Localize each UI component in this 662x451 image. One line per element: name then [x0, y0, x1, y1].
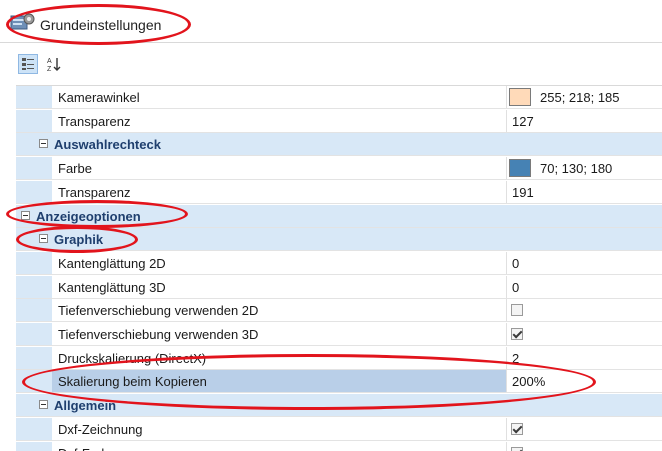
category-label: Graphik: [54, 232, 104, 247]
collapse-icon[interactable]: [39, 400, 48, 409]
svg-text:Z: Z: [47, 66, 52, 73]
row-gutter: [16, 323, 34, 345]
row-gutter: [16, 252, 34, 274]
row-gutter: [16, 418, 34, 440]
row-gutter: [16, 110, 34, 132]
alphabetical-sort-button[interactable]: A Z: [44, 54, 64, 74]
property-value[interactable]: 0: [512, 256, 519, 271]
category-label: Allgemein: [54, 398, 117, 413]
property-row[interactable]: Tiefenverschiebung verwenden 3D: [16, 323, 662, 346]
color-swatch[interactable]: [509, 88, 531, 106]
property-value[interactable]: 200%: [512, 374, 545, 389]
property-grid: Kamerawinkel 255; 218; 185 Transparenz 127 A…: [16, 85, 662, 451]
window-title: Grundeinstellungen: [40, 17, 162, 33]
row-gutter: [34, 157, 52, 179]
row-gutter: [34, 418, 52, 440]
row-gutter: [16, 347, 34, 369]
column-divider[interactable]: [506, 252, 507, 274]
column-divider[interactable]: [506, 276, 507, 298]
settings-gear-icon: [10, 13, 35, 30]
property-name: Skalierung beim Kopieren: [58, 374, 207, 389]
property-name: Transparenz: [58, 185, 131, 200]
category-row[interactable]: Anzeigeoptionen: [16, 205, 662, 228]
categorized-view-button[interactable]: [18, 54, 38, 74]
property-name: Farbe: [58, 161, 92, 176]
column-divider[interactable]: [506, 110, 507, 132]
row-gutter: [16, 228, 34, 250]
property-checkbox[interactable]: [511, 423, 523, 435]
property-row[interactable]: Kamerawinkel 255; 218; 185: [16, 86, 662, 109]
row-gutter: [16, 86, 34, 108]
sort-az-icon: A Z: [47, 58, 61, 73]
property-value[interactable]: 191: [512, 185, 534, 200]
row-gutter: [16, 157, 34, 179]
property-name: Dxf-Farbe: [58, 446, 116, 451]
property-row[interactable]: Tiefenverschiebung verwenden 2D: [16, 299, 662, 322]
property-name: Kantenglättung 3D: [58, 280, 166, 295]
row-gutter: [16, 276, 34, 298]
property-value[interactable]: 255; 218; 185: [540, 90, 620, 105]
row-gutter: [34, 323, 52, 345]
row-gutter: [16, 133, 34, 155]
column-divider[interactable]: [506, 347, 507, 369]
property-name: Tiefenverschiebung verwenden 2D: [58, 303, 259, 318]
property-value[interactable]: 127: [512, 114, 534, 129]
svg-text:A: A: [47, 58, 52, 65]
column-divider[interactable]: [506, 86, 507, 108]
title-bar: Grundeinstellungen: [0, 0, 662, 43]
property-row[interactable]: Farbe 70; 130; 180: [16, 157, 662, 180]
column-divider[interactable]: [506, 181, 507, 203]
category-row[interactable]: Auswahlrechteck: [16, 133, 662, 156]
property-checkbox[interactable]: [511, 328, 523, 340]
property-name: Kantenglättung 2D: [58, 256, 166, 271]
collapse-icon[interactable]: [39, 234, 48, 243]
property-name: Kamerawinkel: [58, 90, 140, 105]
property-row[interactable]: Kantenglättung 2D 0: [16, 252, 662, 275]
row-gutter: [16, 370, 34, 392]
property-name: Transparenz: [58, 114, 131, 129]
property-value[interactable]: 2: [512, 351, 519, 366]
row-gutter: [16, 181, 34, 203]
property-checkbox[interactable]: [511, 304, 523, 316]
category-row[interactable]: Allgemein: [16, 394, 662, 417]
row-gutter: [34, 347, 52, 369]
property-name: Druckskalierung (DirectX): [58, 351, 207, 366]
collapse-icon[interactable]: [39, 139, 48, 148]
property-row[interactable]: Dxf-Zeichnung: [16, 418, 662, 441]
property-value[interactable]: 70; 130; 180: [540, 161, 612, 176]
row-gutter: [34, 276, 52, 298]
row-gutter: [16, 299, 34, 321]
row-gutter: [16, 394, 34, 416]
property-row[interactable]: Transparenz 191: [16, 181, 662, 204]
column-divider[interactable]: [506, 418, 507, 440]
category-background: [34, 228, 662, 250]
color-swatch[interactable]: [509, 159, 531, 177]
category-background: [34, 394, 662, 416]
property-row[interactable]: Kantenglättung 3D 0: [16, 276, 662, 299]
property-checkbox[interactable]: [511, 447, 523, 451]
category-label: Anzeigeoptionen: [36, 209, 141, 224]
category-row[interactable]: Graphik: [16, 228, 662, 251]
collapse-icon[interactable]: [21, 211, 30, 220]
row-gutter: [34, 370, 52, 392]
row-gutter: [34, 110, 52, 132]
property-name: Tiefenverschiebung verwenden 3D: [58, 327, 259, 342]
row-gutter: [34, 299, 52, 321]
property-row[interactable]: Druckskalierung (DirectX) 2: [16, 347, 662, 370]
row-gutter: [34, 252, 52, 274]
row-gutter: [34, 181, 52, 203]
column-divider[interactable]: [506, 323, 507, 345]
property-row[interactable]: Transparenz 127: [16, 110, 662, 133]
column-divider[interactable]: [506, 370, 507, 392]
row-gutter: [34, 86, 52, 108]
column-divider[interactable]: [506, 157, 507, 179]
categorized-icon: [22, 58, 34, 70]
category-label: Auswahlrechteck: [54, 137, 161, 152]
property-row[interactable]: Skalierung beim Kopieren 200%: [16, 370, 662, 393]
property-name: Dxf-Zeichnung: [58, 422, 143, 437]
property-value[interactable]: 0: [512, 280, 519, 295]
column-divider[interactable]: [506, 299, 507, 321]
